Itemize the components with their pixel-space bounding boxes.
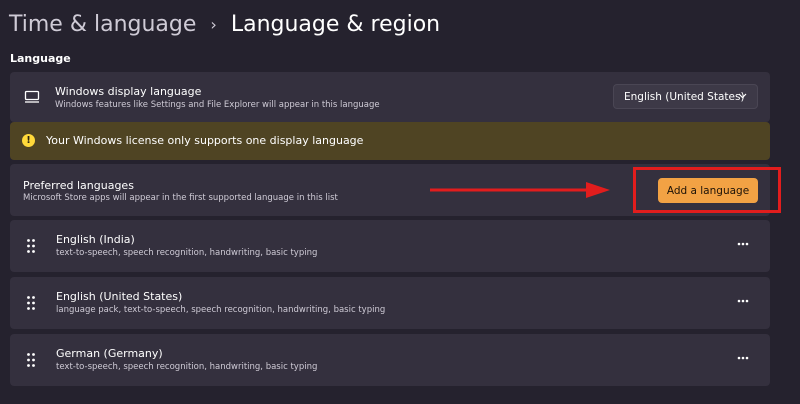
language-name: English (United States) (56, 290, 183, 303)
section-label-language: Language (10, 52, 71, 65)
language-name: German (Germany) (56, 347, 163, 360)
license-warning-text: Your Windows license only supports one d… (46, 134, 364, 147)
red-arrow-annotation (430, 182, 610, 198)
chevron-down-icon (738, 93, 747, 99)
add-language-button[interactable]: Add a language (658, 178, 758, 203)
breadcrumb-parent-link[interactable]: Time & language (9, 12, 196, 37)
breadcrumb-chevron-icon: › (210, 14, 217, 34)
drag-handle-icon[interactable] (27, 296, 35, 310)
more-options-icon[interactable] (737, 242, 749, 246)
monitor-icon (24, 90, 40, 103)
preferred-languages-title: Preferred languages (23, 179, 134, 192)
display-language-dropdown-value: English (United States) (624, 90, 745, 103)
breadcrumb: Time & language › Language & region (9, 8, 440, 40)
display-language-title: Windows display language (55, 85, 202, 98)
more-options-icon[interactable] (737, 299, 749, 303)
display-language-subtitle: Windows features like Settings and File … (55, 100, 380, 110)
drag-handle-icon[interactable] (27, 353, 35, 367)
language-row[interactable]: English (India) text-to-speech, speech r… (10, 220, 770, 272)
drag-handle-icon[interactable] (27, 239, 35, 253)
page-title: Language & region (230, 11, 441, 37)
more-options-icon[interactable] (737, 356, 749, 360)
language-features: language pack, text-to-speech, speech re… (56, 305, 386, 315)
language-name: English (India) (56, 233, 135, 246)
warning-icon: ! (22, 134, 35, 147)
language-row[interactable]: German (Germany) text-to-speech, speech … (10, 334, 770, 386)
preferred-languages-subtitle: Microsoft Store apps will appear in the … (23, 193, 338, 203)
display-language-dropdown[interactable]: English (United States) (613, 84, 758, 109)
language-features: text-to-speech, speech recognition, hand… (56, 248, 318, 258)
display-language-card: Windows display language Windows feature… (10, 72, 770, 122)
language-features: text-to-speech, speech recognition, hand… (56, 362, 318, 372)
license-warning-banner: ! Your Windows license only supports one… (10, 122, 770, 160)
language-row[interactable]: English (United States) language pack, t… (10, 277, 770, 329)
